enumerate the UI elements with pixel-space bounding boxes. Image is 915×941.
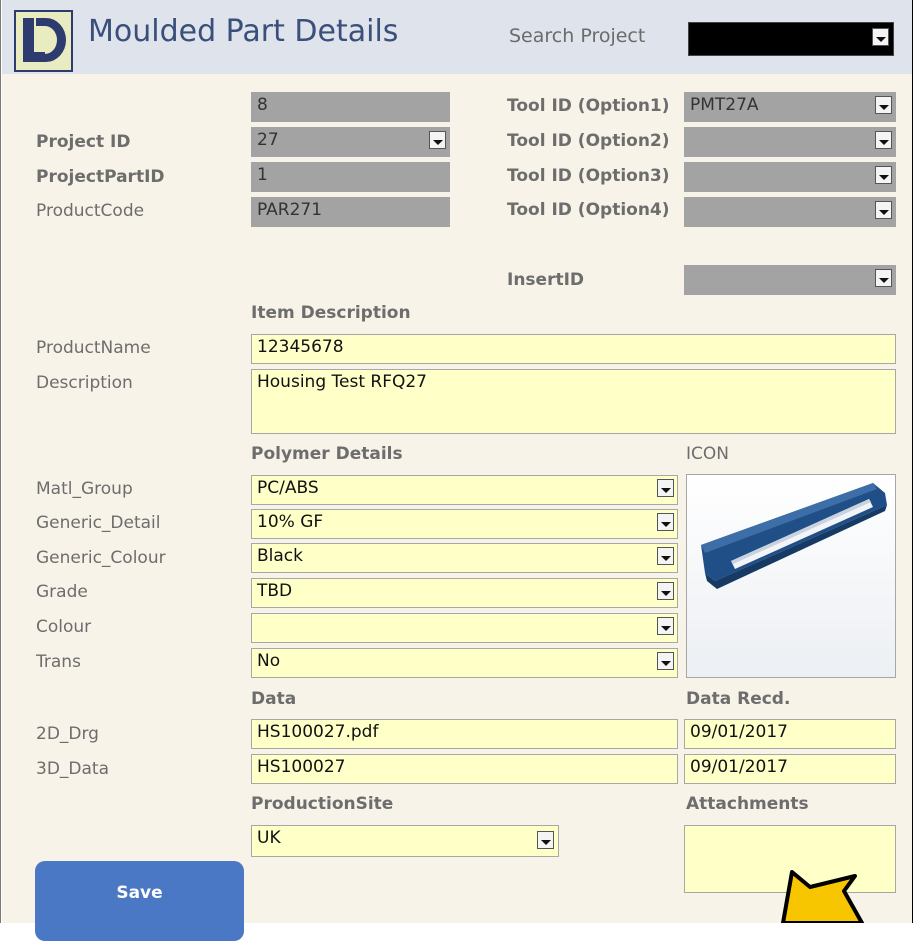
generic-colour-label: Generic_Colour [36, 548, 166, 568]
colour-combo[interactable] [251, 613, 678, 643]
chevron-down-icon[interactable] [657, 479, 674, 497]
data-heading: Data [251, 689, 297, 709]
generic-detail-combo[interactable]: 10% GF [251, 509, 678, 539]
form-header: Moulded Part Details Search Project [2, 0, 912, 74]
chevron-down-icon[interactable] [657, 547, 674, 565]
chevron-down-icon[interactable] [657, 652, 674, 670]
project-id-label: Project ID [36, 132, 131, 152]
tool-option3-label: Tool ID (Option3) [507, 166, 670, 186]
moulded-part-thumbnail [687, 475, 895, 677]
icon-heading: ICON [686, 444, 729, 464]
grade-label: Grade [36, 582, 88, 602]
tool-option1-label: Tool ID (Option1) [507, 96, 670, 116]
project-part-id-label: ProjectPartID [36, 167, 165, 187]
tool-option4-label: Tool ID (Option4) [507, 200, 670, 220]
chevron-down-icon[interactable] [875, 96, 892, 114]
project-id-value: 27 [257, 130, 279, 150]
tool-option1-value: PMT27A [690, 95, 759, 115]
drg2d-label: 2D_Drg [36, 724, 99, 744]
generic-detail-label: Generic_Detail [36, 513, 161, 533]
part-icon-frame[interactable] [686, 474, 896, 678]
generic-colour-value: Black [257, 546, 303, 566]
product-code-field[interactable]: PAR271 [251, 197, 450, 227]
description-label: Description [36, 373, 133, 393]
trans-label: Trans [36, 652, 81, 672]
drg2d-date-field[interactable]: 09/01/2017 [684, 719, 896, 749]
generic-detail-value: 10% GF [257, 512, 324, 532]
item-description-heading: Item Description [251, 303, 411, 323]
insert-id-combo[interactable] [684, 265, 896, 295]
chevron-down-icon[interactable] [657, 582, 674, 600]
grade-combo[interactable]: TBD [251, 578, 678, 608]
search-project-label: Search Project [509, 25, 646, 47]
matl-group-value: PC/ABS [257, 478, 319, 498]
chevron-down-icon[interactable] [872, 28, 889, 46]
product-code-label: ProductCode [36, 201, 145, 221]
data3d-label: 3D_Data [36, 759, 109, 779]
chevron-down-icon[interactable] [875, 269, 892, 287]
chevron-down-icon[interactable] [429, 131, 446, 149]
project-id-combo[interactable]: 27 [251, 127, 450, 157]
project-part-id-field[interactable]: 1 [251, 162, 450, 192]
data3d-field[interactable]: HS100027 [251, 754, 678, 784]
search-project-combo[interactable] [688, 22, 894, 56]
matl-group-label: Matl_Group [36, 479, 133, 499]
production-site-heading: ProductionSite [251, 794, 394, 814]
save-button[interactable]: Save [35, 861, 244, 941]
attachments-field[interactable] [684, 825, 896, 893]
data-recd-heading: Data Recd. [686, 689, 791, 709]
description-textarea[interactable]: Housing Test RFQ27 [251, 369, 896, 434]
record-id-field[interactable]: 8 [251, 92, 450, 122]
attachments-heading: Attachments [686, 794, 809, 814]
ld-logo [14, 10, 73, 72]
matl-group-combo[interactable]: PC/ABS [251, 475, 678, 505]
production-site-combo[interactable]: UK [251, 825, 559, 857]
tool-option2-combo[interactable] [684, 127, 896, 157]
grade-value: TBD [257, 581, 293, 601]
tool-option4-combo[interactable] [684, 197, 896, 227]
chevron-down-icon[interactable] [657, 513, 674, 531]
trans-value: No [257, 651, 281, 671]
generic-colour-combo[interactable]: Black [251, 543, 678, 573]
drg2d-field[interactable]: HS100027.pdf [251, 719, 678, 749]
tool-option2-label: Tool ID (Option2) [507, 131, 670, 151]
chevron-down-icon[interactable] [875, 166, 892, 184]
trans-combo[interactable]: No [251, 648, 678, 678]
chevron-down-icon[interactable] [657, 617, 674, 635]
tool-option1-combo[interactable]: PMT27A [684, 92, 896, 122]
tool-option3-combo[interactable] [684, 162, 896, 192]
product-name-label: ProductName [36, 338, 151, 358]
chevron-down-icon[interactable] [537, 831, 554, 849]
insert-id-label: InsertID [507, 270, 585, 290]
chevron-down-icon[interactable] [875, 201, 892, 219]
polymer-details-heading: Polymer Details [251, 444, 403, 464]
page-title: Moulded Part Details [88, 14, 399, 49]
chevron-down-icon[interactable] [875, 131, 892, 149]
product-name-field[interactable]: 12345678 [251, 334, 896, 364]
data3d-date-field[interactable]: 09/01/2017 [684, 754, 896, 784]
colour-label: Colour [36, 617, 92, 637]
production-site-value: UK [257, 828, 281, 848]
